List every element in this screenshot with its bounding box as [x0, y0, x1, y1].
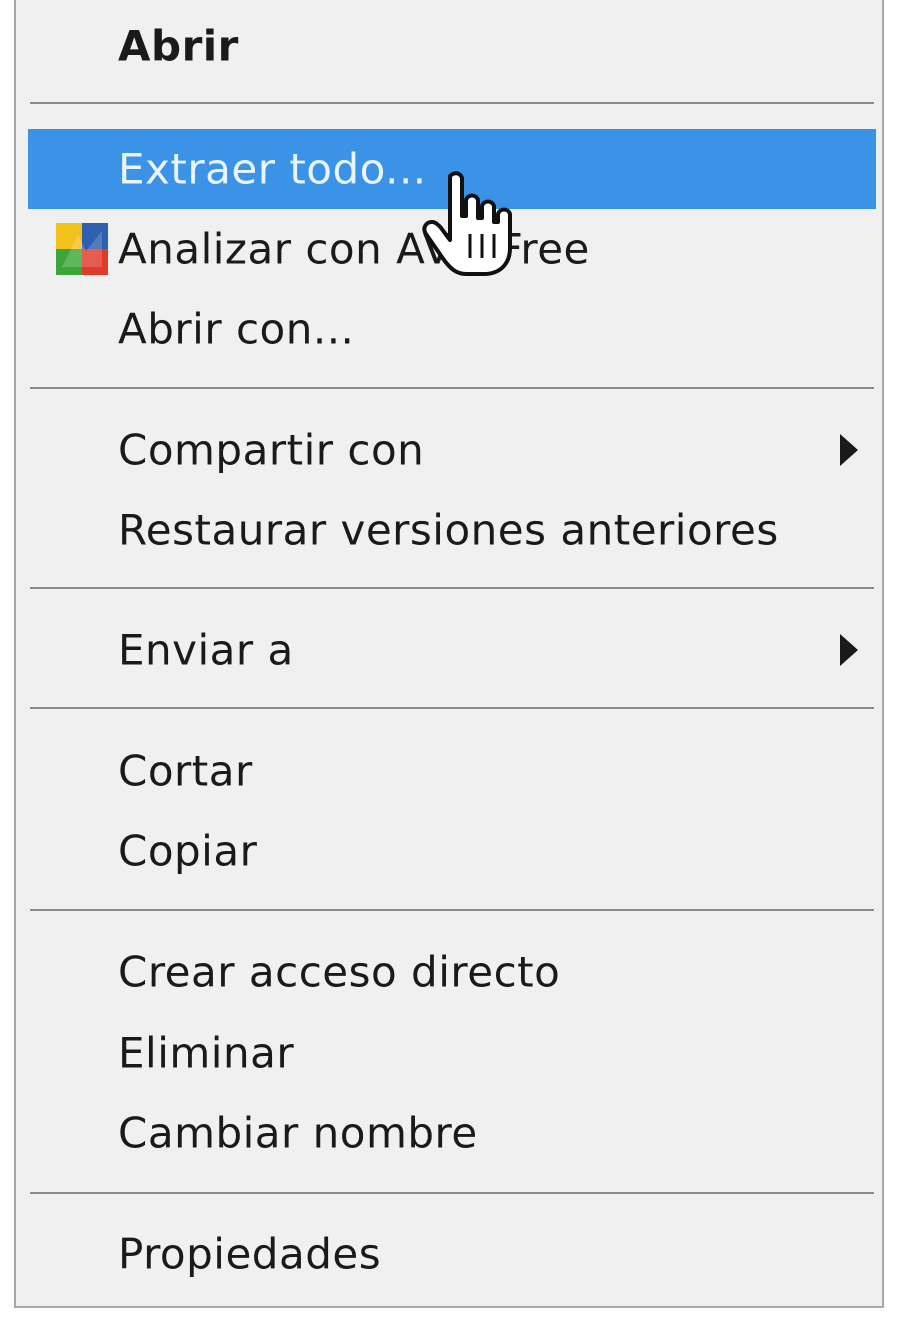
avg-antivirus-icon [56, 223, 108, 275]
menu-item-copiar[interactable]: Copiar [28, 811, 876, 891]
menu-item-restaurar-versiones[interactable]: Restaurar versiones anteriores [28, 490, 876, 570]
submenu-arrow-icon [840, 634, 858, 666]
menu-item-label: Copiar [118, 826, 258, 876]
submenu-arrow-icon [840, 434, 858, 466]
context-menu: Abrir Extraer todo... Analizar con AVG F… [14, 0, 884, 1308]
menu-item-cambiar-nombre[interactable]: Cambiar nombre [28, 1093, 876, 1173]
menu-item-eliminar[interactable]: Eliminar [28, 1013, 876, 1093]
menu-separator [30, 102, 874, 104]
menu-item-propiedades[interactable]: Propiedades [28, 1214, 876, 1294]
menu-item-label: Compartir con [118, 425, 425, 475]
menu-item-label: Cortar [118, 746, 253, 796]
menu-separator [30, 909, 874, 911]
menu-item-label: Eliminar [118, 1028, 295, 1078]
menu-item-label: Abrir [118, 21, 239, 71]
menu-separator [30, 387, 874, 389]
menu-item-label: Propiedades [118, 1229, 382, 1279]
menu-item-label: Enviar a [118, 625, 294, 675]
menu-separator [30, 707, 874, 709]
menu-item-abrir[interactable]: Abrir [28, 6, 876, 86]
menu-item-cortar[interactable]: Cortar [28, 731, 876, 811]
menu-item-label: Abrir con... [118, 304, 355, 354]
menu-item-analizar-avg[interactable]: Analizar con AVG Free [28, 209, 876, 289]
menu-separator [30, 1192, 874, 1194]
menu-item-label: Analizar con AVG Free [118, 224, 590, 274]
menu-item-label: Cambiar nombre [118, 1108, 478, 1158]
menu-item-crear-acceso-directo[interactable]: Crear acceso directo [28, 932, 876, 1012]
menu-item-compartir-con[interactable]: Compartir con [28, 410, 876, 490]
menu-separator [30, 587, 874, 589]
menu-item-extraer-todo[interactable]: Extraer todo... [28, 129, 876, 209]
menu-item-label: Extraer todo... [118, 144, 427, 194]
menu-item-enviar-a[interactable]: Enviar a [28, 610, 876, 690]
menu-item-label: Crear acceso directo [118, 947, 561, 997]
menu-item-label: Restaurar versiones anteriores [118, 505, 779, 555]
menu-item-abrir-con[interactable]: Abrir con... [28, 289, 876, 369]
